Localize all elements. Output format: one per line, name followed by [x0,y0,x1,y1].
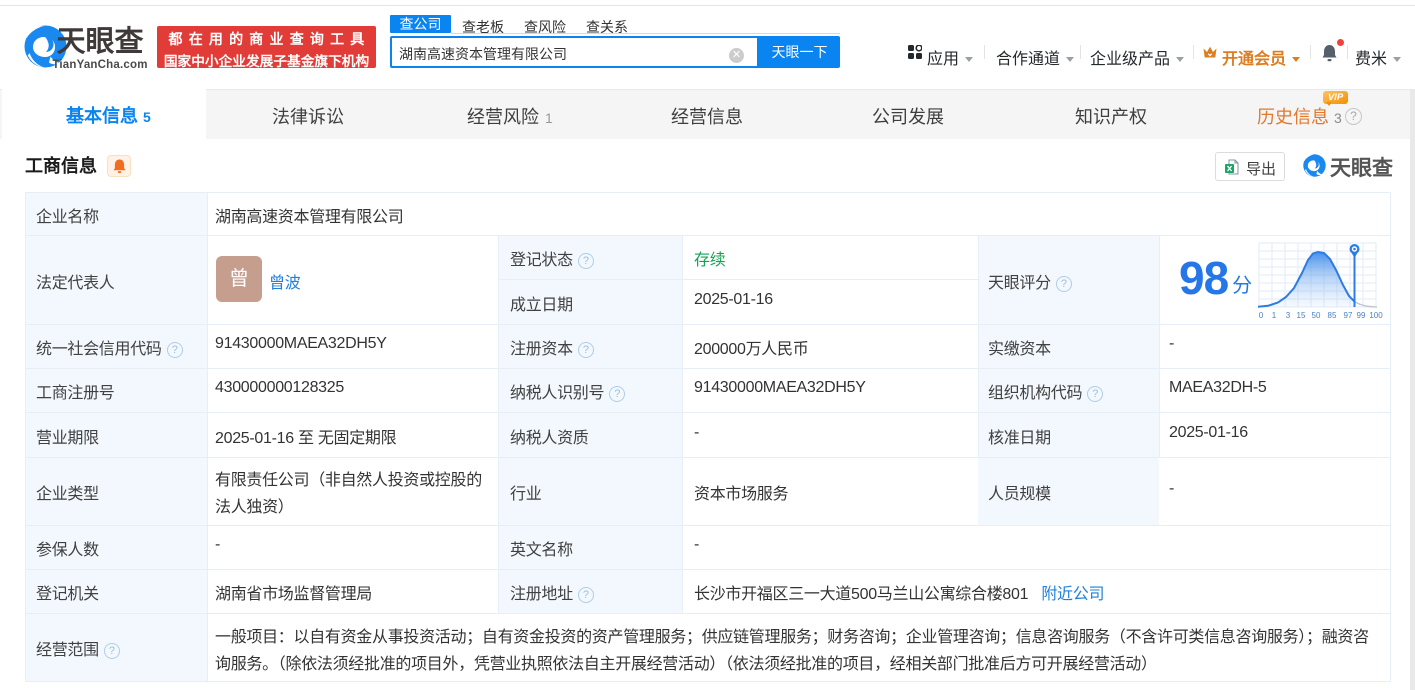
svg-text:85: 85 [1328,311,1337,320]
svg-text:3: 3 [1286,311,1291,320]
svg-text:100: 100 [1369,311,1383,320]
svg-text:50: 50 [1312,311,1321,320]
svg-text:97: 97 [1344,311,1353,320]
svg-text:15: 15 [1297,311,1306,320]
svg-text:0: 0 [1259,311,1264,320]
svg-text:1: 1 [1272,311,1277,320]
svg-text:99: 99 [1357,311,1366,320]
